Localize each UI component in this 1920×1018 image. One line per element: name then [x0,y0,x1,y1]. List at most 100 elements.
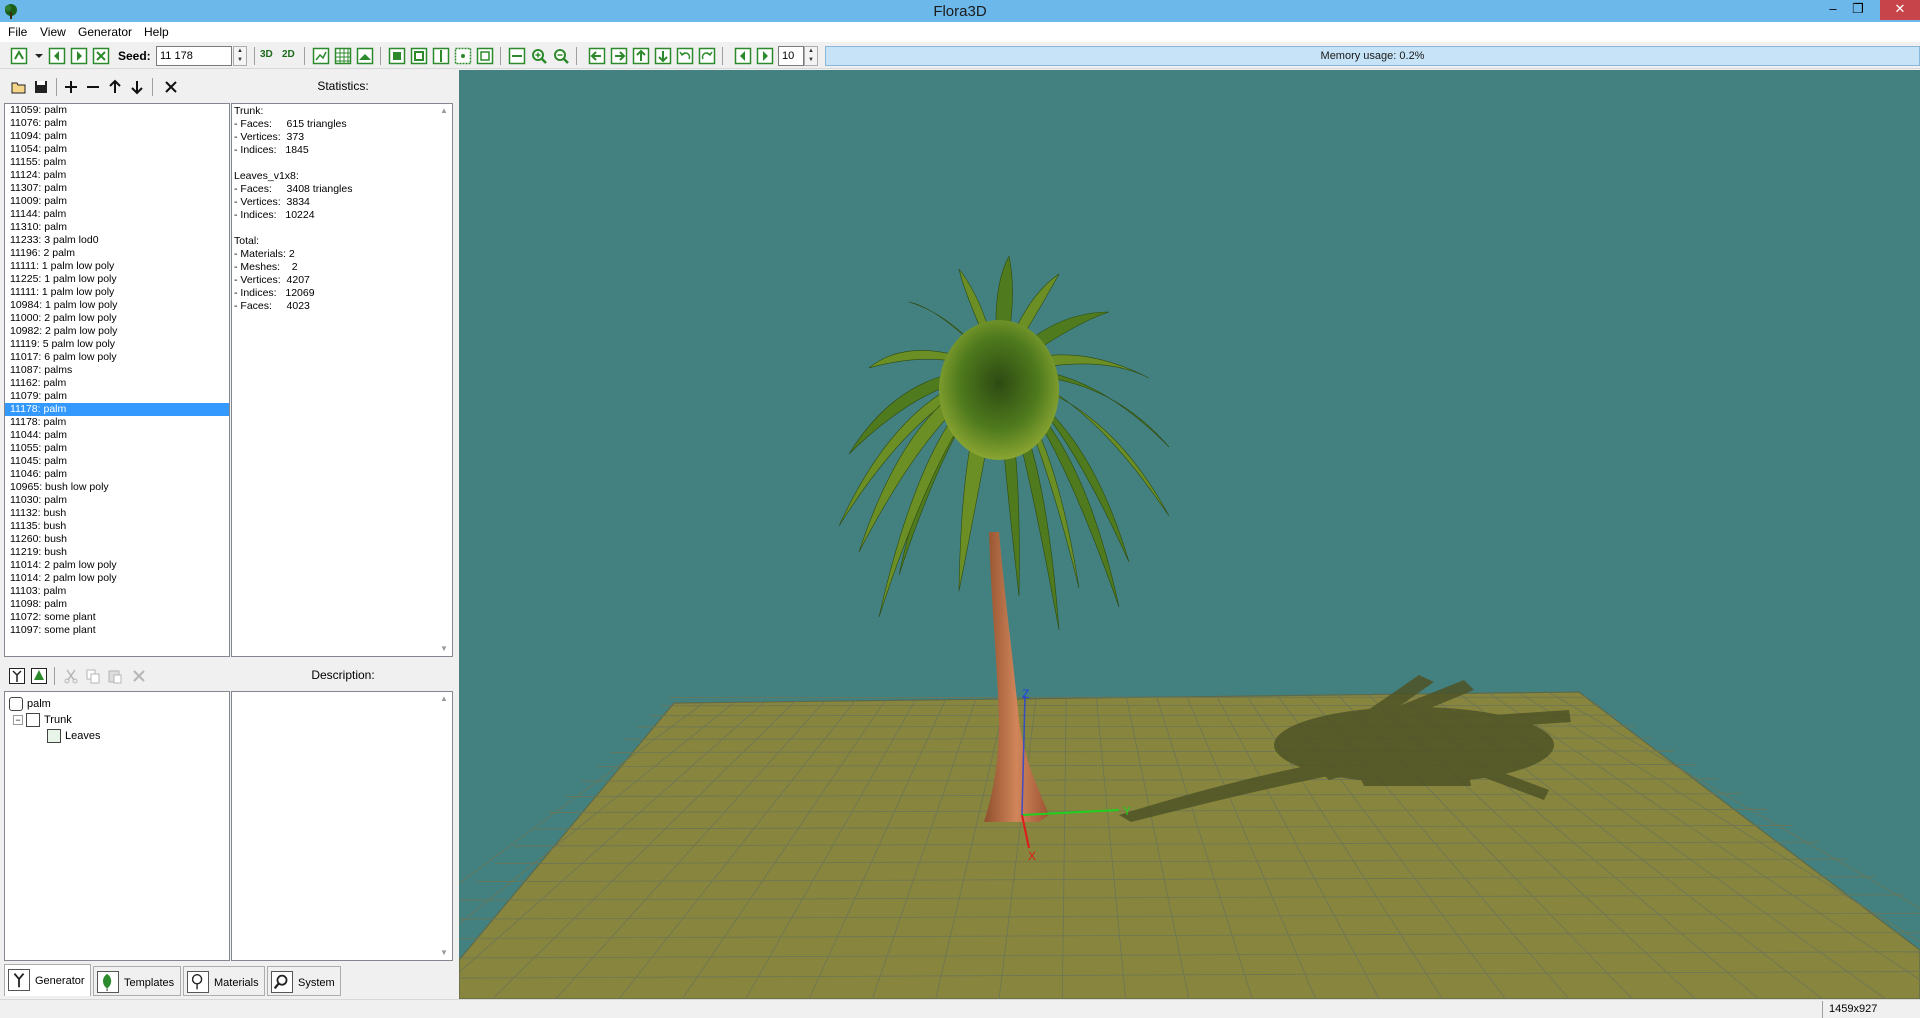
randomize-icon[interactable] [10,47,28,65]
menu-view[interactable]: View [40,25,66,39]
cut-icon[interactable] [62,667,80,685]
plant-list-item[interactable]: 11132: bush [5,507,229,520]
zoom-reset-icon[interactable] [508,47,526,65]
description-panel[interactable]: ▲ ▼ [231,691,453,961]
delete-icon[interactable] [162,78,180,96]
reset-seed-icon[interactable] [92,47,110,65]
description-scrollbar[interactable]: ▲ ▼ [436,692,452,960]
plant-list-item[interactable]: 11178: palm [5,416,229,429]
plant-list-item[interactable]: 11076: palm [5,117,229,130]
zoom-in-icon[interactable] [530,47,548,65]
add-branch-icon[interactable] [8,667,26,685]
terrain-icon[interactable] [356,47,374,65]
menu-generator[interactable]: Generator [78,25,132,39]
plant-list-item[interactable]: 11014: 2 palm low poly [5,572,229,585]
plant-list-item[interactable]: 11014: 2 palm low poly [5,559,229,572]
scroll-up-icon[interactable]: ▲ [436,104,452,118]
remove-icon[interactable] [84,78,102,96]
plant-list-item[interactable]: 11111: 1 palm low poly [5,286,229,299]
menu-help[interactable]: Help [144,25,169,39]
move-down-icon[interactable] [654,47,672,65]
plant-list-item[interactable]: 11119: 5 palm low poly [5,338,229,351]
plant-list-item[interactable]: 11225: 1 palm low poly [5,273,229,286]
plant-list-item[interactable]: 11144: palm [5,208,229,221]
paste-icon[interactable] [106,667,124,685]
step-forward-icon[interactable] [756,47,774,65]
tree-node-root[interactable]: palm [9,696,51,712]
view-side-icon[interactable] [432,47,450,65]
next-seed-icon[interactable] [70,47,88,65]
view-top-icon[interactable] [454,47,472,65]
open-folder-icon[interactable] [10,78,28,96]
plant-list-item[interactable]: 11000: 2 palm low poly [5,312,229,325]
plant-list-item[interactable]: 10984: 1 palm low poly [5,299,229,312]
view-back-icon[interactable] [410,47,428,65]
plant-list-item[interactable]: 11260: bush [5,533,229,546]
plant-list-item[interactable]: 11055: palm [5,442,229,455]
plant-list-item[interactable]: 11045: palm [5,455,229,468]
seed-spinner[interactable]: ▲ ▼ [233,46,247,66]
plant-list-item[interactable]: 11155: palm [5,156,229,169]
plant-list-item[interactable]: 10965: bush low poly [5,481,229,494]
move-left-icon[interactable] [588,47,606,65]
restore-button[interactable]: ❐ [1845,0,1871,20]
scroll-up-icon[interactable]: ▲ [436,692,452,706]
plant-list-item[interactable]: 11219: bush [5,546,229,559]
view-front-icon[interactable] [388,47,406,65]
move-right-icon[interactable] [610,47,628,65]
level-input[interactable] [778,46,804,66]
plant-list-item[interactable]: 10982: 2 palm low poly [5,325,229,338]
plant-list-item[interactable]: 11233: 3 palm lod0 [5,234,229,247]
graph-icon[interactable] [312,47,330,65]
add-leaves-icon[interactable] [30,667,48,685]
scroll-down-icon[interactable]: ▼ [436,642,452,656]
3d-viewport[interactable]: Y X Z [459,70,1920,999]
plant-list-item[interactable]: 11094: palm [5,130,229,143]
plant-list-item[interactable]: 11162: palm [5,377,229,390]
plant-list-item[interactable]: 11103: palm [5,585,229,598]
dropdown-arrow-icon[interactable] [30,47,43,65]
plant-list-item[interactable]: 11079: palm [5,390,229,403]
plant-list-item[interactable]: 11135: bush [5,520,229,533]
plant-list-item[interactable]: 11178: palm [5,403,229,416]
plant-list-item[interactable]: 11097: some plant [5,624,229,637]
close-button[interactable]: ✕ [1880,0,1920,20]
plant-tree[interactable]: palm − Trunk Leaves [4,691,230,961]
rotate-right-icon[interactable] [698,47,716,65]
scroll-down-icon[interactable]: ▼ [436,946,452,960]
menu-file[interactable]: File [8,25,27,39]
plant-list-item[interactable]: 11059: palm [5,104,229,117]
tree-node-leaves[interactable]: Leaves [47,728,100,744]
plant-list-item[interactable]: 11009: palm [5,195,229,208]
move-item-down-icon[interactable] [128,78,146,96]
statistics-panel[interactable]: Trunk: - Faces: 615 triangles - Vertices: … [231,103,453,657]
move-up-icon[interactable] [632,47,650,65]
delete-node-icon[interactable] [130,667,148,685]
step-back-icon[interactable] [734,47,752,65]
add-icon[interactable] [62,78,80,96]
plant-list-item[interactable]: 11072: some plant [5,611,229,624]
tab-templates[interactable]: Templates [93,966,181,996]
plant-list-item[interactable]: 11017: 6 palm low poly [5,351,229,364]
move-item-up-icon[interactable] [106,78,124,96]
view-2d-button[interactable]: 2D [282,49,295,60]
plant-list-item[interactable]: 11046: palm [5,468,229,481]
plant-list-item[interactable]: 11098: palm [5,598,229,611]
plant-list-item[interactable]: 11030: palm [5,494,229,507]
view-3d-button[interactable]: 3D [260,49,273,60]
statistics-scrollbar[interactable]: ▲ ▼ [436,104,452,656]
save-icon[interactable] [32,78,50,96]
zoom-out-icon[interactable] [552,47,570,65]
seed-input[interactable] [156,46,232,66]
plant-list-item[interactable]: 11044: palm [5,429,229,442]
minimize-button[interactable]: – [1820,0,1846,20]
plant-list[interactable]: 11059: palm 11076: palm 11094: palm 11054: … [4,103,230,657]
copy-icon[interactable] [84,667,102,685]
grid-icon[interactable] [334,47,352,65]
tree-node-trunk[interactable]: − Trunk [13,712,72,728]
plant-list-item[interactable]: 11087: palms [5,364,229,377]
plant-list-item[interactable]: 11124: palm [5,169,229,182]
level-spinner[interactable]: ▲ ▼ [804,46,818,66]
previous-seed-icon[interactable] [48,47,66,65]
tab-materials[interactable]: Materials [183,966,265,996]
